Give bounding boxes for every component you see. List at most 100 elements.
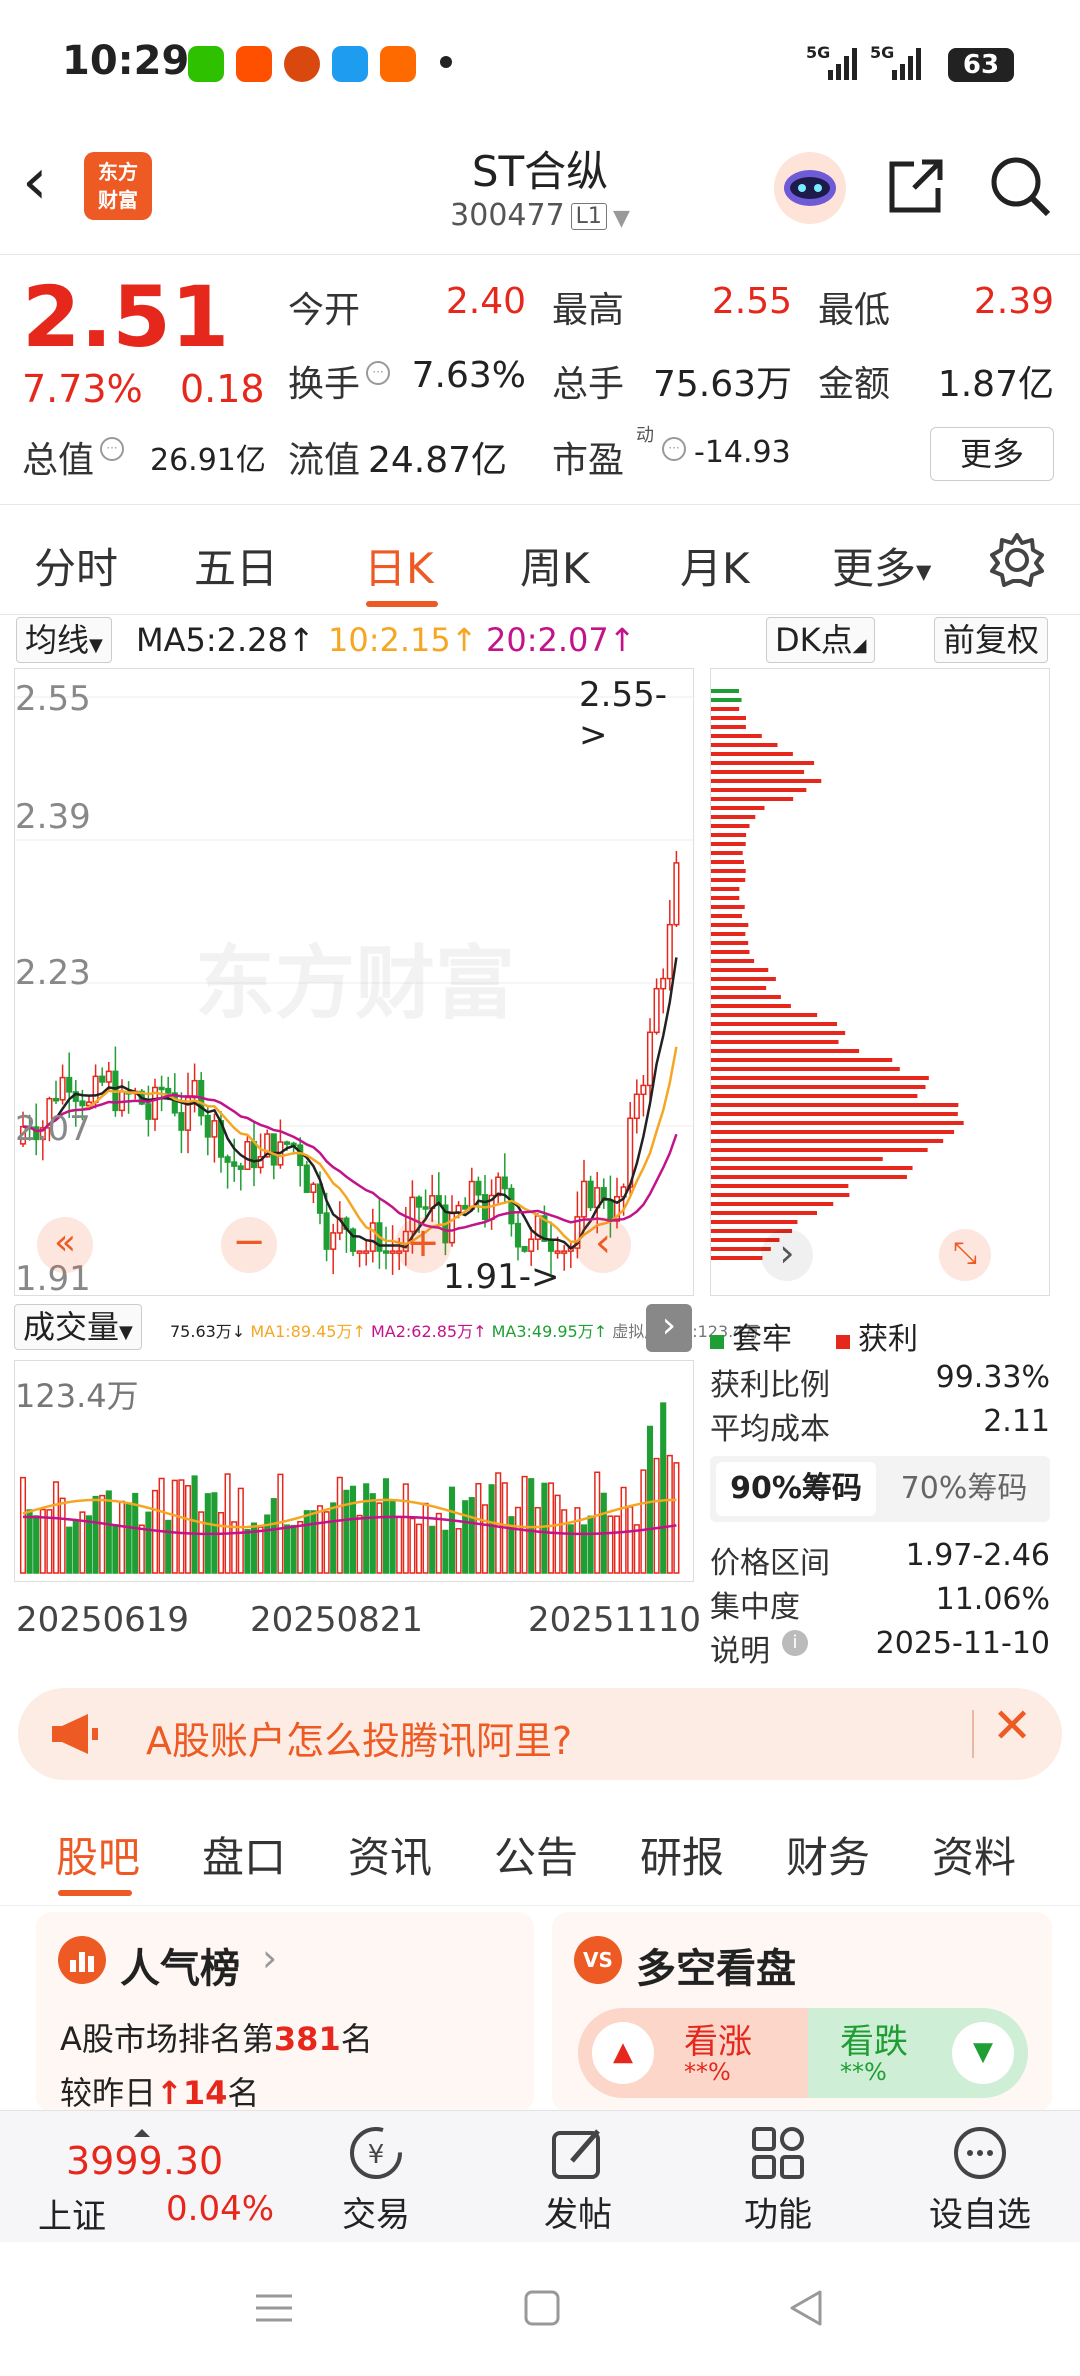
tab-intraday[interactable]: 分时 [34, 535, 118, 596]
tab-weekly-k[interactable]: 周K [520, 535, 590, 596]
more-notifications-icon [440, 56, 452, 68]
trade-button[interactable]: ¥ 交易 [334, 2123, 418, 2235]
menu-icon[interactable] [254, 2288, 294, 2328]
back-nav-icon[interactable] [786, 2288, 826, 2328]
bull-label: 看涨 [684, 2022, 752, 2062]
chip-plot [711, 689, 964, 1260]
volume-bar [561, 1509, 568, 1574]
bear-button[interactable]: 看跌 **% ▼ [808, 2008, 1028, 2098]
tab-announcements[interactable]: 公告 [494, 1824, 578, 1885]
tab-profile[interactable]: 资料 [932, 1824, 1016, 1885]
share-icon[interactable] [884, 154, 948, 218]
tab-guba[interactable]: 股吧 [56, 1824, 140, 1885]
volume-bar [349, 1485, 357, 1574]
svg-text:¥: ¥ [368, 2140, 385, 2170]
chip-distribution-chart[interactable]: › ⤡ [710, 668, 1050, 1296]
volume-bar [46, 1509, 53, 1574]
candle-body [389, 1250, 396, 1254]
high-marker: 2.55-> [579, 675, 667, 755]
volume-bar [191, 1475, 198, 1574]
quote-panel: 2.51 7.73% 0.18 今开 2.40 最高 2.55 最低 2.39 … [0, 255, 1080, 505]
bull-button[interactable]: ▲ 看涨 **% [578, 2008, 808, 2098]
home-icon[interactable] [522, 2288, 562, 2328]
scroll-left-button[interactable]: ‹ [575, 1217, 631, 1273]
candle-body [468, 1180, 475, 1210]
chip-bar [711, 1256, 763, 1260]
info-icon[interactable]: ··· [662, 437, 686, 461]
dk-point-button[interactable]: DK点◢ [766, 617, 876, 663]
rank-value: 381 [273, 2020, 341, 2058]
ad-banner[interactable]: A股账户怎么投腾讯阿里? ✕ [18, 1688, 1062, 1780]
volume-bar [244, 1528, 251, 1574]
index-widget[interactable]: 3999.30 上证 0.04% [26, 2129, 276, 2237]
settings-icon[interactable] [988, 531, 1046, 589]
expand-panel-button[interactable]: › [646, 1304, 692, 1352]
tab-more[interactable]: 更多▼ [832, 535, 931, 596]
post-button[interactable]: 发帖 [536, 2123, 620, 2235]
avg-cost-label: 平均成本 [710, 1412, 830, 1447]
svg-text:5G: 5G [870, 43, 894, 62]
volume-selector[interactable]: 成交量▼ [14, 1304, 142, 1350]
search-icon[interactable] [988, 154, 1052, 218]
chip-bar [711, 950, 750, 954]
candle-body [587, 1180, 594, 1209]
candle-body [66, 1076, 73, 1093]
volume-bar [475, 1482, 482, 1574]
kline-chart[interactable]: 东方财富 2.55 2.39 2.23 2.07 1.91 2.55-> 1.9… [14, 668, 695, 1299]
close-icon[interactable]: ✕ [992, 1698, 1032, 1754]
bull-value: **% [684, 2058, 731, 2086]
caret-up-icon [134, 2129, 150, 2137]
tab-pankou[interactable]: 盘口 [202, 1824, 286, 1885]
candle-body [363, 1250, 370, 1254]
volume-bar [389, 1500, 396, 1574]
volume-bar [330, 1502, 337, 1574]
scroll-left-fast-button[interactable]: « [37, 1217, 93, 1273]
volume-chart[interactable]: 123.4万 [14, 1360, 694, 1582]
info-icon[interactable]: i [782, 1630, 808, 1656]
volume-bar [620, 1486, 627, 1574]
candle-body [554, 1250, 561, 1254]
tab-70-chips[interactable]: 70%筹码 [884, 1462, 1044, 1516]
chip-bar [711, 1184, 849, 1188]
chip-bar [711, 1085, 926, 1089]
megaphone-icon [52, 1714, 98, 1754]
volume-bar [356, 1514, 363, 1574]
tab-monthly-k[interactable]: 月K [680, 535, 750, 596]
function-button[interactable]: 功能 [736, 2123, 820, 2235]
tab-finance[interactable]: 财务 [786, 1824, 870, 1885]
more-button[interactable]: 更多 [930, 427, 1054, 481]
zoom-out-button[interactable]: − [221, 1217, 277, 1273]
robot-assistant-icon[interactable] [770, 148, 850, 228]
volume-bar [66, 1526, 73, 1574]
grid-icon [752, 2127, 804, 2179]
candle-body [369, 1222, 376, 1252]
last-price: 2.51 [22, 268, 230, 366]
popularity-card[interactable]: 人气榜 › A股市场排名第381名 较昨日↑14名 [36, 1912, 534, 2112]
pe-value: -14.93 [694, 435, 791, 470]
candle-body [99, 1075, 106, 1083]
chevron-right-icon[interactable]: › [761, 1229, 813, 1281]
zoom-in-button[interactable]: + [395, 1217, 451, 1273]
info-icon[interactable]: ··· [100, 437, 124, 461]
expand-icon[interactable]: ⤡ [939, 1229, 991, 1281]
bullbear-card[interactable]: VS 多空看盘 ▲ 看涨 **% 看跌 **% ▼ [552, 1912, 1052, 2112]
candle-body [580, 1180, 588, 1218]
tab-90-chips[interactable]: 90%筹码 [716, 1462, 876, 1516]
indicator-selector[interactable]: 均线▼ [16, 617, 112, 663]
adjust-button[interactable]: 前复权 [934, 617, 1049, 663]
candle-body [633, 1093, 640, 1120]
volume-bar [171, 1479, 178, 1574]
trade-icon: ¥ [350, 2127, 402, 2179]
tab-research[interactable]: 研报 [640, 1824, 724, 1885]
tab-news[interactable]: 资讯 [348, 1824, 432, 1885]
turnover-value: 7.63% [411, 355, 526, 396]
change-value: 0.18 [180, 367, 265, 411]
tab-daily-k[interactable]: 日K [364, 535, 434, 596]
chip-bar [711, 1220, 798, 1224]
wechat-icon [188, 46, 224, 82]
volume-bar [567, 1524, 574, 1574]
add-watchlist-button[interactable]: 设自选 [920, 2123, 1040, 2235]
info-icon[interactable]: ··· [366, 361, 390, 385]
tab-five-day[interactable]: 五日 [194, 535, 278, 596]
svg-text:5G: 5G [806, 43, 830, 62]
